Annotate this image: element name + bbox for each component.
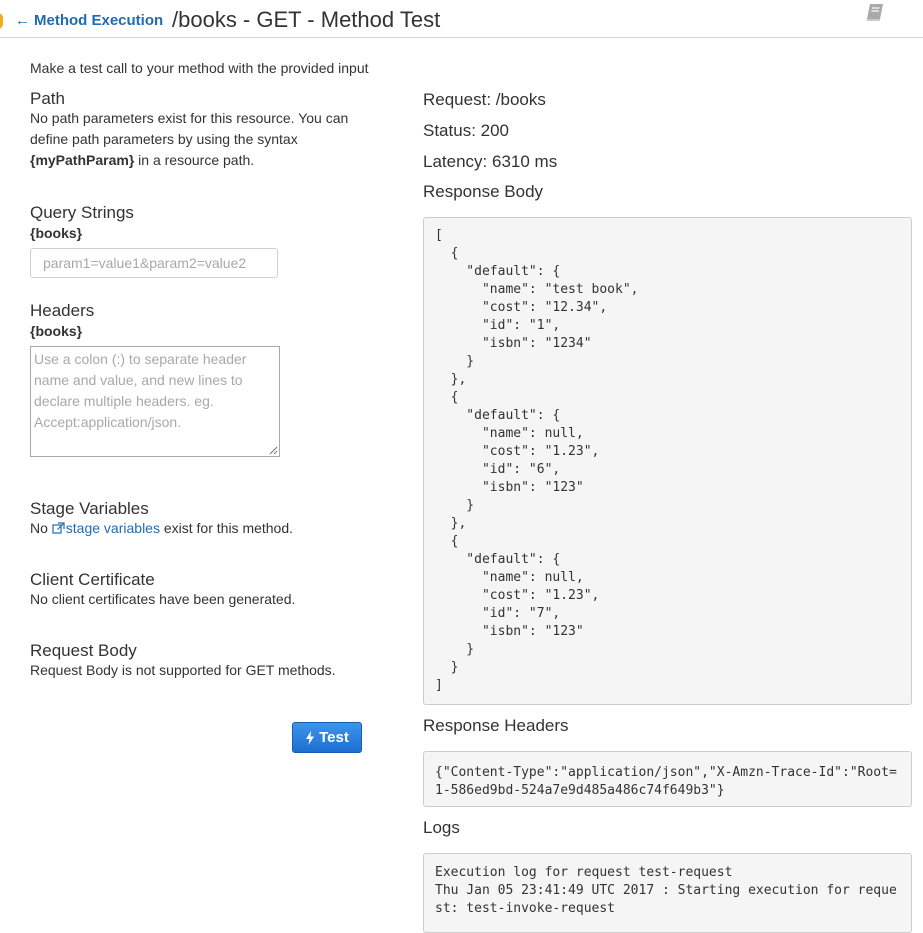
sidebar-toggle-tab[interactable]: [0, 13, 3, 29]
stage-variables-title: Stage Variables: [30, 499, 149, 518]
page-title: /books - GET - Method Test: [172, 7, 441, 32]
stage-variables-prefix: No: [30, 520, 52, 536]
path-text: No path parameters exist for this resour…: [30, 110, 349, 147]
response-body-code: [ { "default": { "name": "test book", "c…: [423, 217, 912, 705]
top-bar: ← Method Execution /books - GET - Method …: [0, 0, 923, 38]
path-param-syntax: {myPathParam}: [30, 152, 135, 168]
query-strings-resource: {books}: [30, 225, 83, 241]
request-path: Request: /books: [423, 90, 546, 109]
logs-title: Logs: [423, 818, 460, 837]
query-strings-title: Query Strings: [30, 203, 134, 222]
stage-variables-link[interactable]: stage variables: [52, 520, 160, 536]
stage-variables-suffix: exist for this method.: [159, 520, 294, 536]
back-link-label: Method Execution: [34, 12, 164, 29]
resize-grip-icon[interactable]: [268, 445, 278, 455]
test-button-label: Test: [319, 729, 349, 746]
stage-variables-link-label: stage variables: [65, 520, 160, 536]
logs-code: Execution log for request test-request T…: [423, 853, 912, 933]
intro-text: Make a test call to your method with the…: [30, 60, 369, 76]
external-link-icon: [52, 522, 65, 534]
response-status: Status: 200: [423, 121, 510, 140]
headers-textarea[interactable]: [30, 346, 280, 457]
bolt-icon: [306, 730, 315, 745]
headers-resource: {books}: [30, 323, 83, 339]
path-description: No path parameters exist for this resour…: [30, 108, 370, 171]
book-icon[interactable]: [864, 2, 886, 22]
client-certificate-text: No client certificates have been generat…: [30, 591, 296, 607]
query-strings-input[interactable]: [30, 248, 278, 278]
arrow-left-icon: ←: [15, 12, 30, 29]
response-body-title: Response Body: [423, 182, 544, 201]
response-headers-code: {"Content-Type":"application/json","X-Am…: [423, 751, 912, 807]
method-execution-back-link[interactable]: ← Method Execution: [15, 12, 163, 29]
request-body-title: Request Body: [30, 641, 137, 660]
path-text-end: in a resource path.: [134, 152, 255, 168]
headers-title: Headers: [30, 301, 95, 320]
test-button[interactable]: Test: [292, 722, 362, 753]
client-certificate-title: Client Certificate: [30, 570, 155, 589]
request-body-text: Request Body is not supported for GET me…: [30, 662, 336, 678]
stage-variables-text: No stage variables exist for this method…: [30, 518, 370, 539]
response-headers-title: Response Headers: [423, 716, 569, 735]
response-latency: Latency: 6310 ms: [423, 152, 558, 171]
path-section-title: Path: [30, 89, 65, 108]
